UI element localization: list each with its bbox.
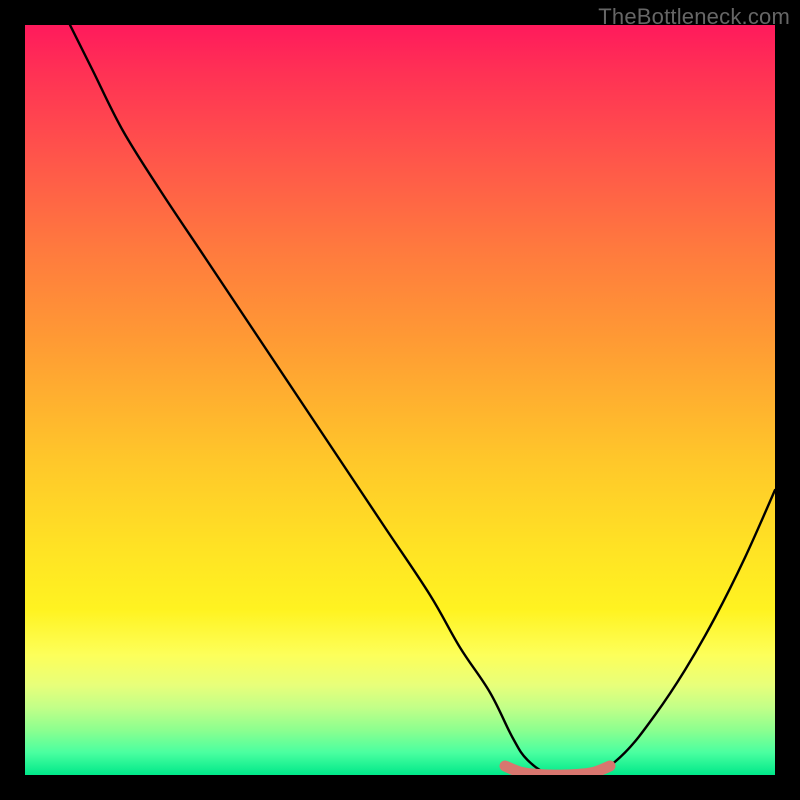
chart-frame: TheBottleneck.com — [0, 0, 800, 800]
plot-area — [25, 25, 775, 775]
curve-layer — [25, 25, 775, 775]
bottleneck-curve — [70, 25, 775, 775]
optimal-zone — [505, 766, 610, 775]
watermark-text: TheBottleneck.com — [598, 4, 790, 30]
